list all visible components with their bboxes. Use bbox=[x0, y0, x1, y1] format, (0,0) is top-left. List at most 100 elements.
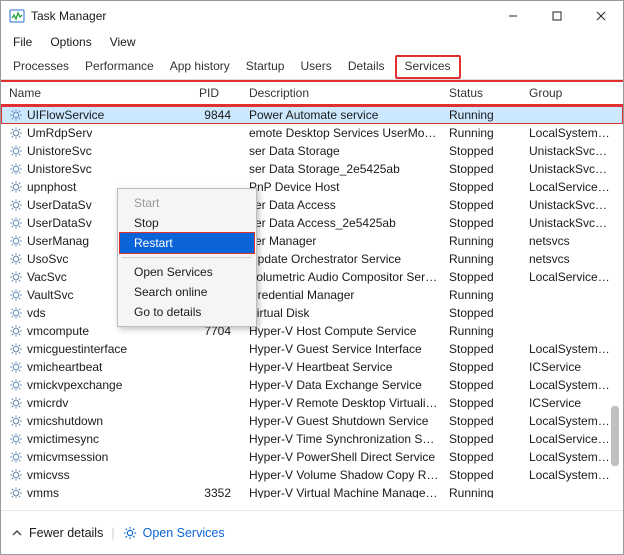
tab-app-history[interactable]: App history bbox=[164, 55, 236, 79]
service-gear-icon bbox=[9, 450, 23, 464]
ctx-open-services[interactable]: Open Services bbox=[120, 262, 254, 282]
service-status: Running bbox=[445, 324, 525, 338]
service-row[interactable]: vmicguestinterfaceHyper-V Guest Service … bbox=[1, 340, 623, 358]
menu-view[interactable]: View bbox=[106, 33, 140, 51]
vertical-scrollbar[interactable] bbox=[609, 106, 621, 498]
service-gear-icon bbox=[9, 126, 23, 140]
ctx-search-online[interactable]: Search online bbox=[120, 282, 254, 302]
service-row[interactable]: UserDataSvser Data AccessStoppedUnistack… bbox=[1, 196, 623, 214]
service-description: PnP Device Host bbox=[245, 180, 445, 194]
service-row[interactable]: VaultSvc1108Credential ManagerRunning bbox=[1, 286, 623, 304]
service-description: emote Desktop Services UserMode ... bbox=[245, 126, 445, 140]
service-description: Virtual Disk bbox=[245, 306, 445, 320]
service-group: LocalSystemNe... bbox=[525, 342, 615, 356]
tab-startup[interactable]: Startup bbox=[240, 55, 291, 79]
service-description: Hyper-V Guest Shutdown Service bbox=[245, 414, 445, 428]
gear-icon bbox=[123, 526, 137, 540]
service-group: UnistackSvcGro... bbox=[525, 198, 615, 212]
service-row[interactable]: vmickvpexchangeHyper-V Data Exchange Ser… bbox=[1, 376, 623, 394]
service-name: vmicvmsession bbox=[27, 450, 108, 464]
context-menu: Start Stop Restart Open Services Search … bbox=[117, 188, 257, 327]
service-status: Stopped bbox=[445, 396, 525, 410]
service-row[interactable]: vdsVirtual DiskStopped bbox=[1, 304, 623, 322]
fewer-details-label: Fewer details bbox=[29, 526, 103, 540]
service-status: Stopped bbox=[445, 450, 525, 464]
service-group: LocalServiceAn... bbox=[525, 180, 615, 194]
tab-processes[interactable]: Processes bbox=[7, 55, 75, 79]
col-status[interactable]: Status bbox=[445, 84, 525, 102]
tab-details[interactable]: Details bbox=[342, 55, 391, 79]
service-description: Hyper-V Heartbeat Service bbox=[245, 360, 445, 374]
service-description: Hyper-V Volume Shadow Copy Reque... bbox=[245, 468, 445, 482]
service-status: Stopped bbox=[445, 216, 525, 230]
open-services-label: Open Services bbox=[143, 526, 225, 540]
service-name: vmickvpexchange bbox=[27, 378, 122, 392]
service-row[interactable]: vmicvmsession Hyper-V PowerShell Direct S… bbox=[1, 448, 623, 466]
col-name[interactable]: Name bbox=[5, 84, 195, 102]
service-row[interactable]: VacSvcVolumetric Audio Compositor Servic… bbox=[1, 268, 623, 286]
service-description: Hyper-V Guest Service Interface bbox=[245, 342, 445, 356]
ctx-restart[interactable]: Restart bbox=[120, 233, 254, 253]
minimize-button[interactable] bbox=[491, 1, 535, 31]
tab-strip: Processes Performance App history Startu… bbox=[1, 55, 623, 80]
service-group: LocalSystemNe... bbox=[525, 378, 615, 392]
tab-services[interactable]: Services bbox=[395, 55, 461, 79]
service-description: Hyper-V PowerShell Direct Service bbox=[245, 450, 445, 464]
service-name: vds bbox=[27, 306, 46, 320]
fewer-details-button[interactable]: Fewer details bbox=[11, 526, 103, 540]
service-row[interactable]: UnistoreSvcser Data Storage_2e5425abStop… bbox=[1, 160, 623, 178]
service-name: vmicvss bbox=[27, 468, 70, 482]
service-status: Running bbox=[445, 234, 525, 248]
col-group[interactable]: Group bbox=[525, 84, 615, 102]
service-row[interactable]: vmicshutdownHyper-V Guest Shutdown Servi… bbox=[1, 412, 623, 430]
service-group: LocalServiceNe... bbox=[525, 270, 615, 284]
service-gear-icon bbox=[9, 414, 23, 428]
ctx-stop[interactable]: Stop bbox=[120, 213, 254, 233]
service-row[interactable]: vmictimesyncHyper-V Time Synchronization… bbox=[1, 430, 623, 448]
service-name: vmictimesync bbox=[27, 432, 99, 446]
service-status: Running bbox=[445, 288, 525, 302]
service-description: Power Automate service bbox=[245, 108, 445, 122]
service-status: Running bbox=[445, 108, 525, 122]
service-gear-icon bbox=[9, 270, 23, 284]
service-gear-icon bbox=[9, 396, 23, 410]
ctx-go-to-details[interactable]: Go to details bbox=[120, 302, 254, 322]
service-row[interactable]: UmRdpServemote Desktop Services UserMode… bbox=[1, 124, 623, 142]
maximize-button[interactable] bbox=[535, 1, 579, 31]
open-services-link[interactable]: Open Services bbox=[123, 526, 225, 540]
service-row[interactable]: UIFlowService9844Power Automate serviceR… bbox=[1, 106, 623, 124]
service-row[interactable]: vmicrdvHyper-V Remote Desktop Virtualiza… bbox=[1, 394, 623, 412]
col-pid[interactable]: PID bbox=[195, 84, 245, 102]
service-status: Stopped bbox=[445, 270, 525, 284]
scrollbar-thumb[interactable] bbox=[611, 406, 619, 466]
service-row[interactable]: UsoSvc12696Update Orchestrator ServiceRu… bbox=[1, 250, 623, 268]
service-gear-icon bbox=[9, 486, 23, 498]
service-row[interactable]: vmicvss Hyper-V Volume Shadow Copy Reque.… bbox=[1, 466, 623, 484]
service-status: Running bbox=[445, 252, 525, 266]
service-row[interactable]: vmms3352Hyper-V Virtual Machine Manageme… bbox=[1, 484, 623, 498]
service-name: vmms bbox=[27, 486, 59, 498]
service-group: LocalSystemNe... bbox=[525, 126, 615, 140]
chevron-up-icon bbox=[11, 527, 23, 539]
service-group: ICService bbox=[525, 360, 615, 374]
tab-performance[interactable]: Performance bbox=[79, 55, 160, 79]
service-row[interactable]: UserManagser ManagerRunningnetsvcs bbox=[1, 232, 623, 250]
service-status: Stopped bbox=[445, 162, 525, 176]
ctx-start: Start bbox=[120, 193, 254, 213]
service-row[interactable]: vmicheartbeatHyper-V Heartbeat ServiceSt… bbox=[1, 358, 623, 376]
menu-file[interactable]: File bbox=[9, 33, 36, 51]
close-button[interactable] bbox=[579, 1, 623, 31]
service-row[interactable]: UserDataSvser Data Access_2e5425abStoppe… bbox=[1, 214, 623, 232]
tab-users[interactable]: Users bbox=[294, 55, 337, 79]
service-status: Stopped bbox=[445, 468, 525, 482]
footer-divider: | bbox=[111, 526, 114, 540]
service-row[interactable]: vmcompute7704Hyper-V Host Compute Servic… bbox=[1, 322, 623, 340]
service-description: Volumetric Audio Compositor Service bbox=[245, 270, 445, 284]
window-title: Task Manager bbox=[31, 9, 106, 23]
col-description[interactable]: Description bbox=[245, 84, 445, 102]
service-row[interactable]: upnphostPnP Device HostStoppedLocalServi… bbox=[1, 178, 623, 196]
service-name: vmicheartbeat bbox=[27, 360, 102, 374]
menu-options[interactable]: Options bbox=[46, 33, 95, 51]
service-row[interactable]: UnistoreSvcser Data StorageStoppedUnista… bbox=[1, 142, 623, 160]
service-status: Stopped bbox=[445, 180, 525, 194]
